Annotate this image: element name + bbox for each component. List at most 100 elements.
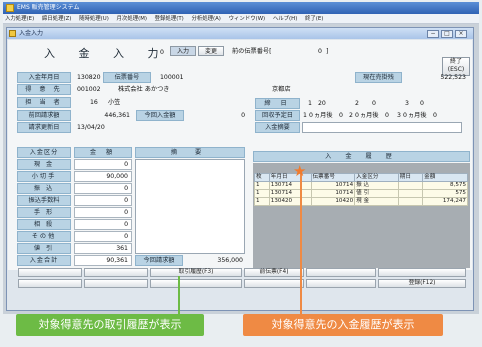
slip-no-field[interactable]: 100001: [160, 72, 184, 83]
this-payment-label: 今回入金額: [136, 110, 184, 121]
fkey-f7[interactable]: [18, 279, 82, 288]
closing-label: 締 日: [255, 98, 300, 109]
closing-1-value[interactable]: 20: [318, 98, 326, 109]
slip-no-label: 伝票番号: [103, 72, 151, 83]
billing-update-label: 請求更新日: [17, 122, 71, 133]
history-cell-type: 値 引: [354, 189, 399, 198]
customer-name: 株式会社 あかつき: [118, 86, 170, 93]
mode-edit-button[interactable]: 変更: [198, 46, 224, 56]
history-f3-button[interactable]: 取引履歴(F3): [150, 268, 242, 277]
payment-label-transfer: 振 込: [17, 183, 71, 194]
collection-1-day[interactable]: 0: [339, 110, 343, 121]
menu-exit[interactable]: 終了(E): [305, 16, 323, 22]
history-cell-due: [397, 197, 424, 206]
fkey-f1[interactable]: [18, 268, 82, 277]
payment-amount-transfer[interactable]: 0: [74, 183, 132, 194]
app-title-bar: EMS 販売管理システム: [3, 2, 479, 14]
payment-amount-check[interactable]: 90,000: [74, 171, 132, 182]
collection-1-no: 1: [303, 112, 307, 119]
history-cell-due: [397, 181, 424, 190]
star-marker-icon: ★: [293, 162, 307, 180]
exit-button-label: 終了: [449, 58, 462, 65]
menu-adhoc[interactable]: 随時処理(U): [79, 16, 109, 22]
payment-amount-discount[interactable]: 361: [74, 243, 132, 254]
menu-closing[interactable]: 締日処理(Z): [42, 16, 71, 22]
collection-2-unit: ヵ月後: [360, 112, 379, 119]
billing-update-value: 13/04/20: [77, 124, 105, 131]
payment-note-input[interactable]: [302, 122, 462, 133]
prev-billing-value: 446,361: [104, 112, 130, 119]
customer-code-field[interactable]: 001002: [77, 84, 101, 95]
history-cell-amount: 174,247: [422, 197, 468, 206]
payment-amount-bill[interactable]: 0: [74, 207, 132, 218]
menu-analysis[interactable]: 分析処理(A): [191, 16, 220, 22]
history-row[interactable]: 1 130420 10420 現 金 174,247: [254, 197, 468, 206]
window-title: 入金入力: [19, 30, 44, 37]
orange-callout-line: [300, 172, 302, 314]
collection-3-day[interactable]: 0: [433, 110, 437, 121]
history-cell-slip: 10420: [310, 197, 356, 206]
collection-3-months[interactable]: 0: [403, 110, 407, 121]
history-cell-count: 1: [254, 197, 270, 206]
collection-1-months[interactable]: 0: [309, 110, 313, 121]
payment-amount-transfer-fee[interactable]: 0: [74, 195, 132, 206]
prev-slip-f4-button[interactable]: 前伝票(F4): [244, 268, 304, 277]
menu-monthly[interactable]: 月次処理(M): [117, 16, 147, 22]
closing-2-no: 2: [355, 100, 359, 107]
collection-3-unit: ヵ月後: [408, 112, 427, 119]
closing-2-value[interactable]: 0: [372, 98, 376, 109]
payment-label-other: その他: [17, 231, 71, 242]
history-row[interactable]: 1 130714 10714 振 込 8,575: [254, 181, 468, 190]
history-cell-due: [397, 189, 424, 198]
fkey-f8[interactable]: [84, 279, 148, 288]
register-f12-button[interactable]: 登録(F12): [378, 279, 466, 288]
payment-amount-other[interactable]: 0: [74, 231, 132, 242]
mode-input-button[interactable]: 入力: [170, 46, 196, 56]
window-title-bar: 入金入力: [7, 28, 473, 39]
fkey-f9[interactable]: [150, 279, 242, 288]
history-cell-amount: 8,575: [422, 181, 468, 190]
closing-3-value[interactable]: 0: [420, 98, 424, 109]
fkey-f10[interactable]: [244, 279, 304, 288]
history-cell-date: 130714: [268, 181, 312, 190]
staff-code-field[interactable]: 16: [90, 97, 98, 108]
payment-amount-cash[interactable]: 0: [74, 159, 132, 170]
collection-2-months[interactable]: 0: [355, 110, 359, 121]
payment-type-header: 入金区分: [17, 147, 71, 158]
this-payment-value: 0: [241, 112, 245, 119]
entry-date-field[interactable]: 130820: [77, 72, 101, 83]
payment-total-value: 90,361: [74, 255, 132, 266]
menu-help[interactable]: ヘルプ(H): [273, 16, 297, 22]
maximize-button[interactable]: □: [441, 30, 453, 38]
function-key-bar: 取引履歴(F3) 前伝票(F4) 登録(F12): [18, 268, 468, 288]
minimize-button[interactable]: −: [427, 30, 439, 38]
note-header: 摘 要: [135, 147, 245, 158]
payment-amount-offset[interactable]: 0: [74, 219, 132, 230]
payment-note-area[interactable]: [135, 159, 245, 254]
menu-window[interactable]: ウィンドウ(W): [229, 16, 266, 22]
entry-date-label: 入金年月日: [17, 72, 71, 83]
fkey-f6[interactable]: [378, 268, 466, 277]
menu-bar: 入力処理(E) 締日処理(Z) 随時処理(U) 月次処理(M) 登録処理(T) …: [3, 14, 479, 24]
history-cell-type: 現 金: [354, 197, 399, 206]
history-row[interactable]: 1 130714 10714 値 引 575: [254, 189, 468, 198]
amount-header: 金 額: [74, 147, 132, 158]
closing-1-no: 1: [308, 100, 312, 107]
prev-slip-close: ]: [326, 48, 329, 55]
collection-2-day[interactable]: 0: [385, 110, 389, 121]
payment-label-cash: 現 金: [17, 159, 71, 170]
mode-value: 0: [160, 49, 164, 56]
history-col-count: 枚: [254, 173, 270, 182]
app-title: EMS 販売管理システム: [17, 4, 80, 11]
fkey-f5[interactable]: [306, 268, 376, 277]
fkey-f11[interactable]: [306, 279, 376, 288]
fkey-f2[interactable]: [84, 268, 148, 277]
menu-input[interactable]: 入力処理(E): [5, 16, 34, 22]
window-icon: [9, 30, 16, 37]
close-window-button[interactable]: ×: [455, 30, 467, 38]
payment-note-label: 入金摘要: [255, 122, 300, 133]
menu-register[interactable]: 登録処理(T): [155, 16, 184, 22]
history-cell-date: 130420: [268, 197, 312, 206]
this-billing-label: 今回請求額: [135, 255, 183, 266]
balance-value: 522,523: [440, 74, 466, 81]
